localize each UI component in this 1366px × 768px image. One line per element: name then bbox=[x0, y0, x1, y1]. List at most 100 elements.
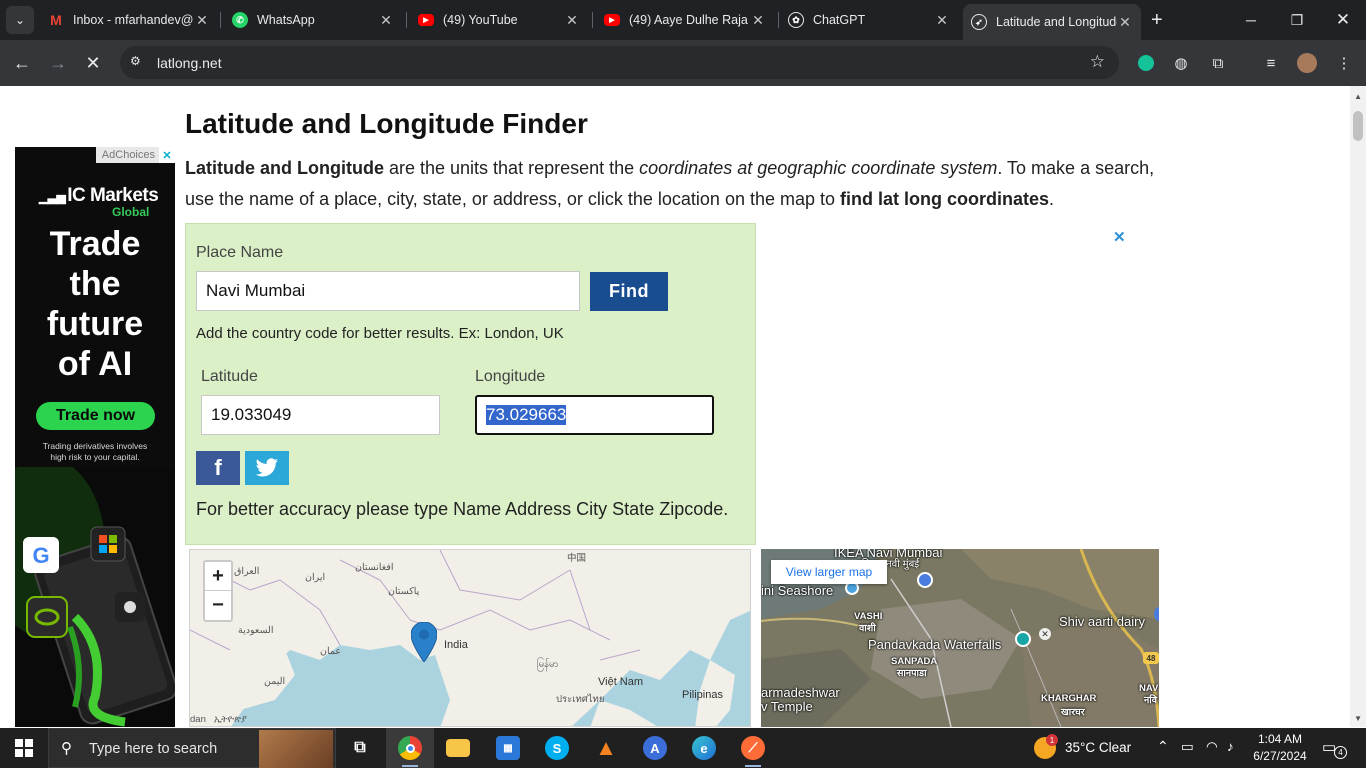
minimize-button[interactable]: ─ bbox=[1228, 0, 1274, 40]
view-larger-map-link[interactable]: View larger map bbox=[771, 560, 887, 584]
new-tab-button[interactable]: + bbox=[1151, 10, 1163, 30]
chatgpt-icon: ✿ bbox=[788, 12, 804, 28]
map-label: Pilipinas bbox=[682, 689, 723, 701]
facebook-share-button[interactable]: f bbox=[196, 451, 240, 485]
location-map[interactable]: 中国 العراق ایران افغانستان پاکستان السعود… bbox=[189, 549, 751, 727]
weather-text[interactable]: 35°C Clear bbox=[1065, 740, 1131, 755]
tab-youtube[interactable]: ▶ (49) YouTube ✕ bbox=[410, 4, 588, 36]
tab-search-button[interactable]: ⌄ bbox=[6, 6, 34, 34]
map-label: العراق bbox=[234, 566, 260, 577]
close-icon[interactable]: ✕ bbox=[378, 12, 394, 29]
map-terrain bbox=[190, 550, 750, 726]
close-icon[interactable]: ✕ bbox=[564, 12, 580, 29]
country-code-hint: Add the country code for better results.… bbox=[196, 325, 564, 342]
close-window-button[interactable]: ✕ bbox=[1320, 0, 1366, 40]
taskbar-postman[interactable]: ⟋ bbox=[729, 728, 777, 768]
map-label: KHARGHAR bbox=[1041, 693, 1097, 704]
taskbar-edge[interactable]: e bbox=[680, 728, 728, 768]
media-controls-icon[interactable]: ≡ bbox=[1260, 52, 1282, 74]
facebook-icon: f bbox=[214, 455, 222, 480]
map-label: عمان bbox=[320, 646, 342, 657]
map-label: Shiv aarti dairy bbox=[1059, 614, 1145, 629]
shopping-marker-icon[interactable] bbox=[917, 572, 933, 588]
adchoices-label: AdChoices bbox=[101, 149, 155, 161]
place-name-input[interactable]: Navi Mumbai bbox=[196, 271, 580, 311]
map-label: ini Seashore bbox=[761, 583, 834, 598]
edge-icon: e bbox=[692, 736, 716, 760]
globe-extension-icon[interactable]: ◍ bbox=[1170, 52, 1192, 74]
ad-brand-logo: ▁▃▅ IC Markets bbox=[39, 185, 159, 207]
system-clock[interactable]: 1:04 AM 6/27/2024 bbox=[1249, 731, 1311, 765]
restore-button[interactable]: ❐ bbox=[1274, 0, 1320, 40]
start-button[interactable] bbox=[0, 728, 48, 768]
notification-center-button[interactable]: ▭ 4 bbox=[1322, 736, 1348, 760]
twitter-share-button[interactable] bbox=[245, 451, 289, 485]
page-scrollbar[interactable]: ▲ ▼ bbox=[1350, 86, 1366, 727]
tab-chatgpt[interactable]: ✿ ChatGPT ✕ bbox=[780, 4, 958, 36]
tab-strip: ⌄ M Inbox - mfarhandev@ ✕ ✆ WhatsApp ✕ ▶… bbox=[0, 0, 1366, 40]
close-ad-icon[interactable]: ✕ bbox=[159, 147, 175, 163]
forward-button[interactable]: → bbox=[46, 51, 70, 75]
close-icon[interactable]: ✕ bbox=[1117, 14, 1133, 31]
close-ad-icon[interactable]: ✕ bbox=[1113, 228, 1126, 246]
map-label: armadeshwar bbox=[761, 685, 840, 700]
url-text: latlong.net bbox=[157, 55, 222, 71]
extension-grammarly-icon[interactable] bbox=[1135, 52, 1157, 74]
task-view-icon: ⧉ bbox=[354, 739, 366, 756]
map-pin-icon[interactable] bbox=[411, 622, 437, 662]
highway-shield: 48 bbox=[1143, 652, 1159, 664]
intro-paragraph: Latitude and Longitude are the units tha… bbox=[185, 153, 1160, 215]
chevron-up-icon[interactable]: ⌃ bbox=[1157, 738, 1169, 755]
adchoices-badge[interactable]: AdChoices ✕ bbox=[95, 147, 175, 163]
tab-latlong[interactable]: ➶ Latitude and Longitude ✕ bbox=[963, 4, 1141, 40]
scroll-thumb[interactable] bbox=[1353, 111, 1363, 141]
close-icon[interactable]: ✕ bbox=[934, 12, 950, 29]
close-icon[interactable]: ✕ bbox=[750, 12, 766, 29]
tab-gmail[interactable]: M Inbox - mfarhandev@ ✕ bbox=[40, 4, 218, 36]
taskbar-chrome[interactable] bbox=[386, 728, 434, 768]
satellite-map[interactable]: IKEA Navi Mumbai इकिया, नवी मुंबई ini Se… bbox=[761, 549, 1159, 727]
profile-avatar[interactable] bbox=[1296, 52, 1318, 74]
extensions-puzzle-icon[interactable]: ⧉ bbox=[1207, 52, 1229, 74]
zoom-out-button[interactable]: − bbox=[205, 591, 231, 620]
taskbar-app[interactable]: A bbox=[631, 728, 679, 768]
tab-whatsapp[interactable]: ✆ WhatsApp ✕ bbox=[224, 4, 402, 36]
ad-banner-left[interactable]: AdChoices ✕ ▁▃▅ IC Markets Global Trade t… bbox=[15, 147, 175, 727]
browser-menu-icon[interactable]: ⋮ bbox=[1333, 52, 1355, 74]
zoom-in-button[interactable]: + bbox=[205, 562, 231, 591]
taskbar-vlc[interactable]: ▲ bbox=[582, 728, 630, 768]
bookmark-star-icon[interactable]: ☆ bbox=[1090, 52, 1105, 72]
clock-time: 1:04 AM bbox=[1257, 732, 1303, 746]
taskbar-skype[interactable]: S bbox=[533, 728, 581, 768]
taskbar-search-box[interactable]: ⚲ Type here to search bbox=[48, 728, 336, 768]
bars-icon: ▁▃▅ bbox=[39, 190, 66, 204]
map-label: वाशी bbox=[859, 623, 876, 634]
latitude-field[interactable]: 19.033049 bbox=[201, 395, 440, 435]
address-bar[interactable]: ⚙ latlong.net ☆ bbox=[120, 46, 1119, 79]
map-label: پاکستان bbox=[388, 586, 420, 597]
tab-title: (49) Aaye Dulhe Raja bbox=[629, 13, 748, 27]
taskbar-file-explorer[interactable] bbox=[434, 728, 482, 768]
close-icon[interactable]: ✕ bbox=[1039, 628, 1051, 640]
stop-loading-button[interactable]: ✕ bbox=[81, 51, 105, 75]
back-button[interactable]: ← bbox=[10, 51, 34, 75]
taskbar-store[interactable]: ▦ bbox=[484, 728, 532, 768]
scroll-up-arrow-icon[interactable]: ▲ bbox=[1354, 92, 1362, 101]
battery-icon[interactable]: ▭ bbox=[1181, 739, 1194, 755]
map-label: မြန်မာ bbox=[537, 659, 559, 670]
place-marker-icon[interactable] bbox=[1154, 607, 1159, 621]
longitude-field[interactable]: 73.029663 bbox=[475, 395, 714, 435]
camera-marker-icon[interactable] bbox=[1015, 631, 1031, 647]
ad-cta-button[interactable]: Trade now bbox=[36, 402, 155, 430]
close-icon[interactable]: ✕ bbox=[194, 12, 210, 29]
find-button[interactable]: Find bbox=[590, 272, 668, 311]
tab-youtube-video[interactable]: ▶ (49) Aaye Dulhe Raja ✕ bbox=[596, 4, 774, 36]
compass-icon: ➶ bbox=[971, 14, 987, 30]
scroll-down-arrow-icon[interactable]: ▼ bbox=[1354, 714, 1362, 723]
site-info-icon[interactable]: ⚙ bbox=[130, 54, 146, 70]
wifi-icon[interactable]: ◠ bbox=[1206, 739, 1218, 755]
map-label: اليمن bbox=[264, 676, 286, 687]
volume-icon[interactable]: ♪ bbox=[1227, 739, 1234, 754]
task-view-button[interactable]: ⧉ bbox=[336, 728, 384, 768]
clock-date: 6/27/2024 bbox=[1253, 749, 1307, 763]
